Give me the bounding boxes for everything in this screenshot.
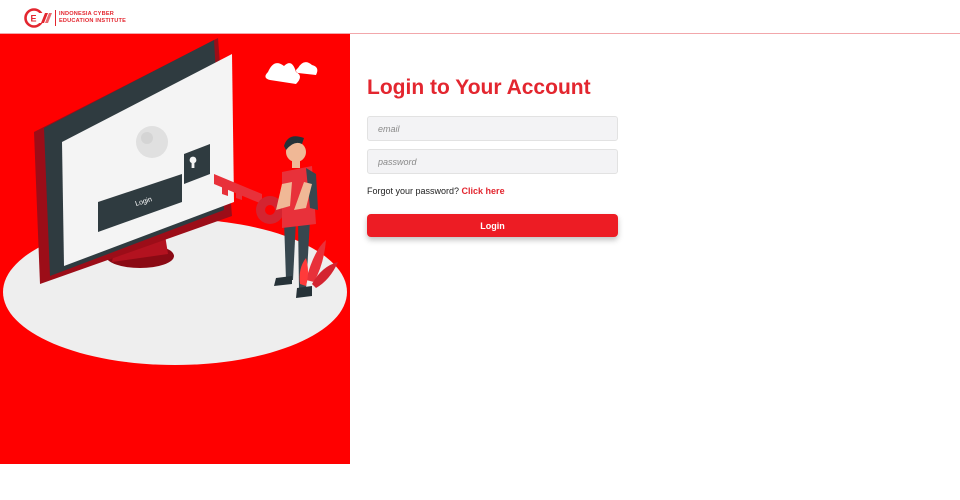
- email-input[interactable]: [367, 116, 618, 141]
- logo-divider: [55, 10, 56, 26]
- brand-name: INDONESIA CYBER EDUCATION INSTITUTE: [59, 11, 126, 25]
- login-illustration: Login: [3, 38, 347, 365]
- login-form: Login to Your Account Forgot your passwo…: [367, 74, 618, 237]
- brand-line-2: EDUCATION INSTITUTE: [59, 18, 127, 24]
- hero-illustration: Login: [0, 34, 350, 464]
- forgot-password-row: Forgot your password? Click here: [367, 186, 505, 196]
- brand-line-1: INDONESIA CYBER: [59, 11, 115, 17]
- svg-text:E: E: [31, 14, 37, 24]
- password-input[interactable]: [367, 149, 618, 174]
- forgot-password-link[interactable]: Click here: [462, 186, 505, 196]
- brand-logo[interactable]: E INDONESIA CYBER EDUCATION INSTITUTE: [24, 7, 126, 29]
- form-title: Login to Your Account: [367, 76, 591, 99]
- top-navbar: E INDONESIA CYBER EDUCATION INSTITUTE: [0, 0, 960, 34]
- forgot-password-text: Forgot your password?: [367, 186, 462, 196]
- login-button[interactable]: Login: [367, 214, 618, 237]
- avatar-icon: [136, 126, 168, 158]
- logo-mark-icon: E: [24, 8, 52, 28]
- cloud-icon: [265, 62, 318, 84]
